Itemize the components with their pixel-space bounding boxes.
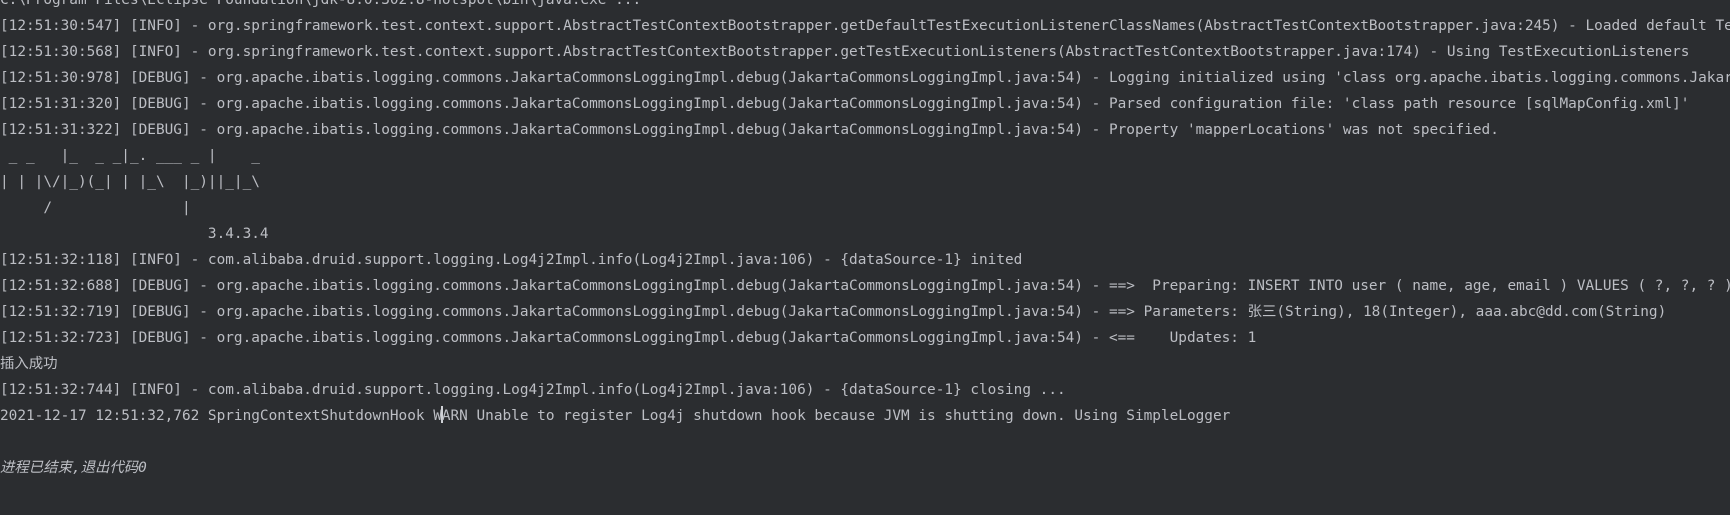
console-line-exit-status: 进程已结束,退出代码0 bbox=[0, 460, 147, 476]
console-line-log: [12:51:31:322] [DEBUG] - org.apache.ibat… bbox=[0, 122, 1499, 138]
console-line-banner: | | |\/|_)(_| | |_\ |_)||_|_\ bbox=[0, 174, 260, 190]
console-line-log: [12:51:32:723] [DEBUG] - org.apache.ibat… bbox=[0, 330, 1257, 346]
console-line-banner-version: 3.4.3.4 bbox=[0, 226, 269, 242]
console-line-banner: / | bbox=[0, 200, 191, 216]
console-line-log: [12:51:32:719] [DEBUG] - org.apache.ibat… bbox=[0, 304, 1667, 320]
console-line-log: [12:51:31:320] [DEBUG] - org.apache.ibat… bbox=[0, 96, 1690, 112]
console-line-log: [12:51:30:978] [DEBUG] - org.apache.ibat… bbox=[0, 70, 1730, 86]
console-line-empty bbox=[0, 429, 1730, 455]
console-line-log-with-caret: 2021-12-17 12:51:32,762 SpringContextShu… bbox=[0, 403, 1730, 429]
console-line-log: [12:51:30:568] [INFO] - org.springframew… bbox=[0, 44, 1690, 60]
console-line-log: [12:51:32:688] [DEBUG] - org.apache.ibat… bbox=[0, 278, 1730, 294]
console-line-banner: _ _ |_ _ _|_. ___ _ | _ bbox=[0, 148, 260, 164]
console-line-log: [12:51:32:118] [INFO] - com.alibaba.drui… bbox=[0, 252, 1023, 268]
console-line-log: [12:51:32:744] [INFO] - com.alibaba.drui… bbox=[0, 382, 1066, 398]
console-lines: C:\Program Files\Eclipse Foundation\jdk-… bbox=[0, 0, 1730, 481]
console-line-log: [12:51:30:547] [INFO] - org.springframew… bbox=[0, 18, 1730, 34]
caret-text-after: ARN Unable to register Log4j shutdown ho… bbox=[441, 408, 1231, 424]
run-console-output[interactable]: C:\Program Files\Eclipse Foundation\jdk-… bbox=[0, 0, 1730, 515]
console-line-command: C:\Program Files\Eclipse Foundation\jdk-… bbox=[0, 0, 642, 8]
caret-text-before: 2021-12-17 12:51:32,762 SpringContextShu… bbox=[0, 408, 442, 424]
console-line-output: 插入成功 bbox=[0, 356, 58, 372]
